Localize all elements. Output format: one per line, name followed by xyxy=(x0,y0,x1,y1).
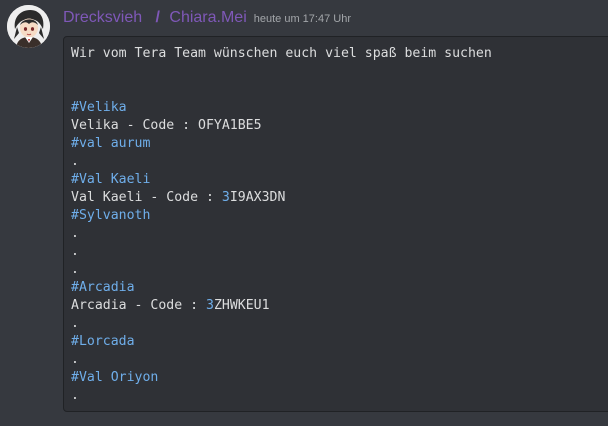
code-line-prefix: Arcadia - Code : xyxy=(71,298,206,313)
message-timestamp[interactable]: heute um 17:47 Uhr xyxy=(254,13,351,25)
code-line: . xyxy=(71,244,79,259)
code-line-suffix: I9AX3DN xyxy=(229,190,286,205)
code-line: . xyxy=(71,388,79,403)
avatar-image-icon xyxy=(7,5,50,48)
code-block: Wir vom Tera Team wünschen euch viel spa… xyxy=(63,36,608,412)
author-name-separator: / xyxy=(155,9,160,26)
code-line-heading: #Sylvanoth xyxy=(71,208,151,223)
code-line-heading: #Velika xyxy=(71,100,127,115)
code-line-heading: #Lorcada xyxy=(71,334,135,349)
code-line: Wir vom Tera Team wünschen euch viel spa… xyxy=(71,46,492,61)
code-line: . xyxy=(71,262,79,277)
code-line: Velika - Code : OFYA1BE5 xyxy=(71,118,262,133)
user-avatar[interactable] xyxy=(7,5,50,48)
code-line-heading: #Val Oriyon xyxy=(71,370,159,385)
code-line: . xyxy=(71,154,79,169)
message-header: Drecksvieh / Chiara.Mei heute um 17:47 U… xyxy=(63,9,351,31)
code-line: . xyxy=(71,316,79,331)
code-line: Val Kaeli - Code : 3I9AX3DN xyxy=(71,189,608,207)
code-line-number: 3 xyxy=(205,298,214,313)
code-line-heading: #Arcadia xyxy=(71,280,135,295)
code-line: . xyxy=(71,352,79,367)
author-alt-name: Chiara.Mei xyxy=(169,9,247,26)
code-line: Arcadia - Code : 3ZHWKEU1 xyxy=(71,297,608,315)
author-nickname: Drecksvieh xyxy=(63,9,143,26)
code-line: . xyxy=(71,226,79,241)
chat-message: Drecksvieh / Chiara.Mei heute um 17:47 U… xyxy=(0,0,608,426)
code-line-number: 3 xyxy=(221,190,230,205)
code-line-prefix: Val Kaeli - Code : xyxy=(71,190,222,205)
code-line-suffix: ZHWKEU1 xyxy=(213,298,270,313)
code-line-heading: #Val Kaeli xyxy=(71,172,151,187)
code-line-heading: #val aurum xyxy=(71,136,151,151)
author-name[interactable]: Drecksvieh / Chiara.Mei xyxy=(63,9,247,27)
